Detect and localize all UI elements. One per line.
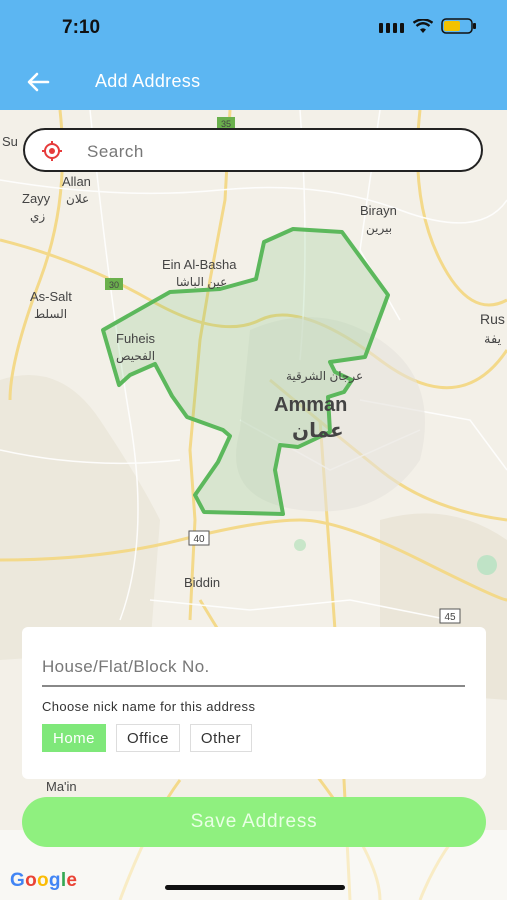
nickname-home-chip[interactable]: Home [42, 724, 107, 752]
search-input[interactable] [85, 138, 469, 166]
page-title: Add Address [95, 71, 201, 91]
place-sharqiya-ar: عرجان الشرقية [286, 369, 363, 384]
app-bar: Add Address [0, 55, 507, 110]
place-su: Su [2, 134, 18, 149]
place-ein-al-basha-ar: عين الباشا [176, 275, 227, 290]
place-main: Ma'in [46, 779, 77, 794]
map-view[interactable]: 35 30 40 45 Su Allan علان Zayy زي Birayn… [0, 110, 507, 900]
battery-icon [441, 18, 476, 34]
route-30-label: 30 [109, 280, 119, 290]
place-zayy-ar: زي [30, 209, 45, 224]
place-zayy: Zayy [22, 191, 51, 206]
place-rus-ar: يفة [484, 331, 502, 346]
search-bar[interactable] [23, 128, 483, 172]
place-amman: Amman [274, 394, 347, 416]
place-as-salt: As-Salt [30, 289, 72, 304]
wifi-icon [413, 18, 433, 33]
signal-icon [379, 23, 404, 33]
place-allan-ar: علان [66, 192, 89, 206]
location-pin-icon [42, 141, 62, 161]
nickname-other-chip[interactable]: Other [189, 724, 252, 752]
place-allan: Allan [62, 174, 91, 189]
place-amman-ar: عمان [292, 420, 344, 442]
place-birayn: Birayn [360, 203, 397, 218]
home-indicator [165, 885, 345, 890]
nickname-office-chip[interactable]: Office [116, 724, 180, 752]
place-fuheis: Fuheis [116, 331, 156, 346]
google-logo: Google [10, 870, 78, 891]
status-bar: 7:10 [0, 0, 507, 55]
route-45-label: 45 [444, 612, 456, 623]
address-form-card: Choose nick name for this address Home O… [22, 627, 486, 779]
save-address-button[interactable]: Save Address [22, 797, 486, 847]
place-ein-al-basha: Ein Al-Basha [162, 257, 237, 272]
nickname-label: Choose nick name for this address [42, 699, 256, 714]
place-biddin: Biddin [184, 575, 220, 590]
route-40-label: 40 [193, 534, 205, 545]
house-number-input[interactable] [42, 649, 465, 687]
arrow-left-icon[interactable] [24, 67, 54, 97]
place-as-salt-ar: السلط [34, 307, 67, 321]
nickname-options: Home Office Other [42, 724, 252, 752]
place-fuheis-ar: الفحيص [116, 349, 155, 364]
place-birayn-ar: بيرين [366, 221, 392, 236]
status-time: 7:10 [62, 17, 101, 38]
place-rus: Rus [480, 311, 505, 327]
status-icons [379, 18, 477, 34]
